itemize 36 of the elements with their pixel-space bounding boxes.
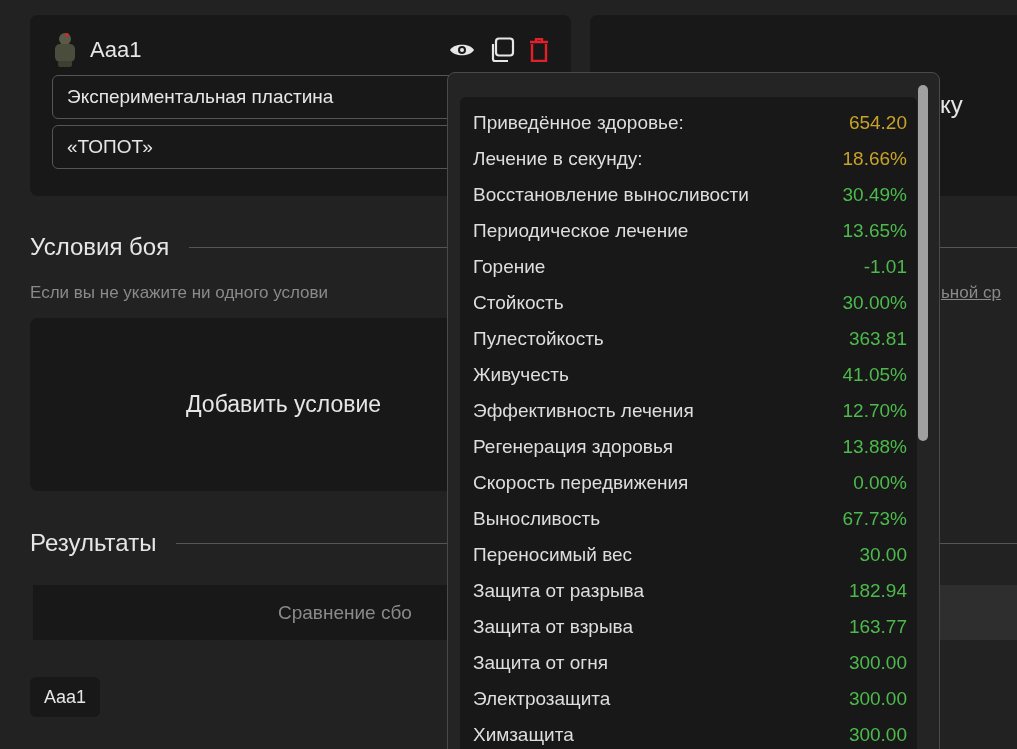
stat-label: Периодическое лечение [473, 220, 689, 242]
stat-value: 30.00% [842, 292, 907, 314]
stat-label: Защита от разрыва [473, 580, 645, 602]
section-title: Результаты [30, 529, 157, 557]
stat-value: -1.01 [863, 256, 907, 278]
stat-value: 0.00% [853, 472, 907, 494]
stat-value: 300.00 [848, 688, 907, 710]
stat-value: 30.49% [842, 184, 907, 206]
stat-value: 18.66% [842, 148, 907, 170]
stat-value: 182.94 [848, 580, 907, 602]
stat-label: Пулестойкость [473, 328, 604, 350]
stat-value: 300.00 [848, 652, 907, 674]
stat-value: 13.88% [842, 436, 907, 458]
stat-label: Стойкость [473, 292, 564, 314]
stat-value: 654.20 [848, 112, 907, 134]
stat-value: 41.05% [842, 364, 907, 386]
stat-label: Защита от взрыва [473, 616, 633, 638]
stat-label: Химзащита [473, 724, 574, 746]
hint-text: Если вы не укажите ни одного услови [30, 283, 330, 303]
stat-label: Выносливость [473, 508, 601, 530]
stat-value: 300.00 [848, 724, 907, 746]
stat-label: Живучесть [473, 364, 569, 386]
stat-label: Восстановление выносливости [473, 184, 749, 206]
stat-label: Электрозащита [473, 688, 611, 710]
section-title: Условия боя [30, 233, 170, 261]
stat-value: 12.70% [842, 400, 907, 422]
side-card-text: ку [940, 91, 963, 118]
stat-label: Горение [473, 256, 546, 278]
stat-label: Защита от огня [473, 652, 609, 674]
stat-value: 67.73% [842, 508, 907, 530]
stat-value: 163.77 [848, 616, 907, 638]
build-name: Aaa1 [90, 37, 143, 63]
stat-value: 363.81 [848, 328, 907, 350]
stat-label: Переносимый вес [473, 544, 633, 566]
stat-value: 30.00 [859, 544, 907, 566]
stat-value: 13.65% [842, 220, 907, 242]
